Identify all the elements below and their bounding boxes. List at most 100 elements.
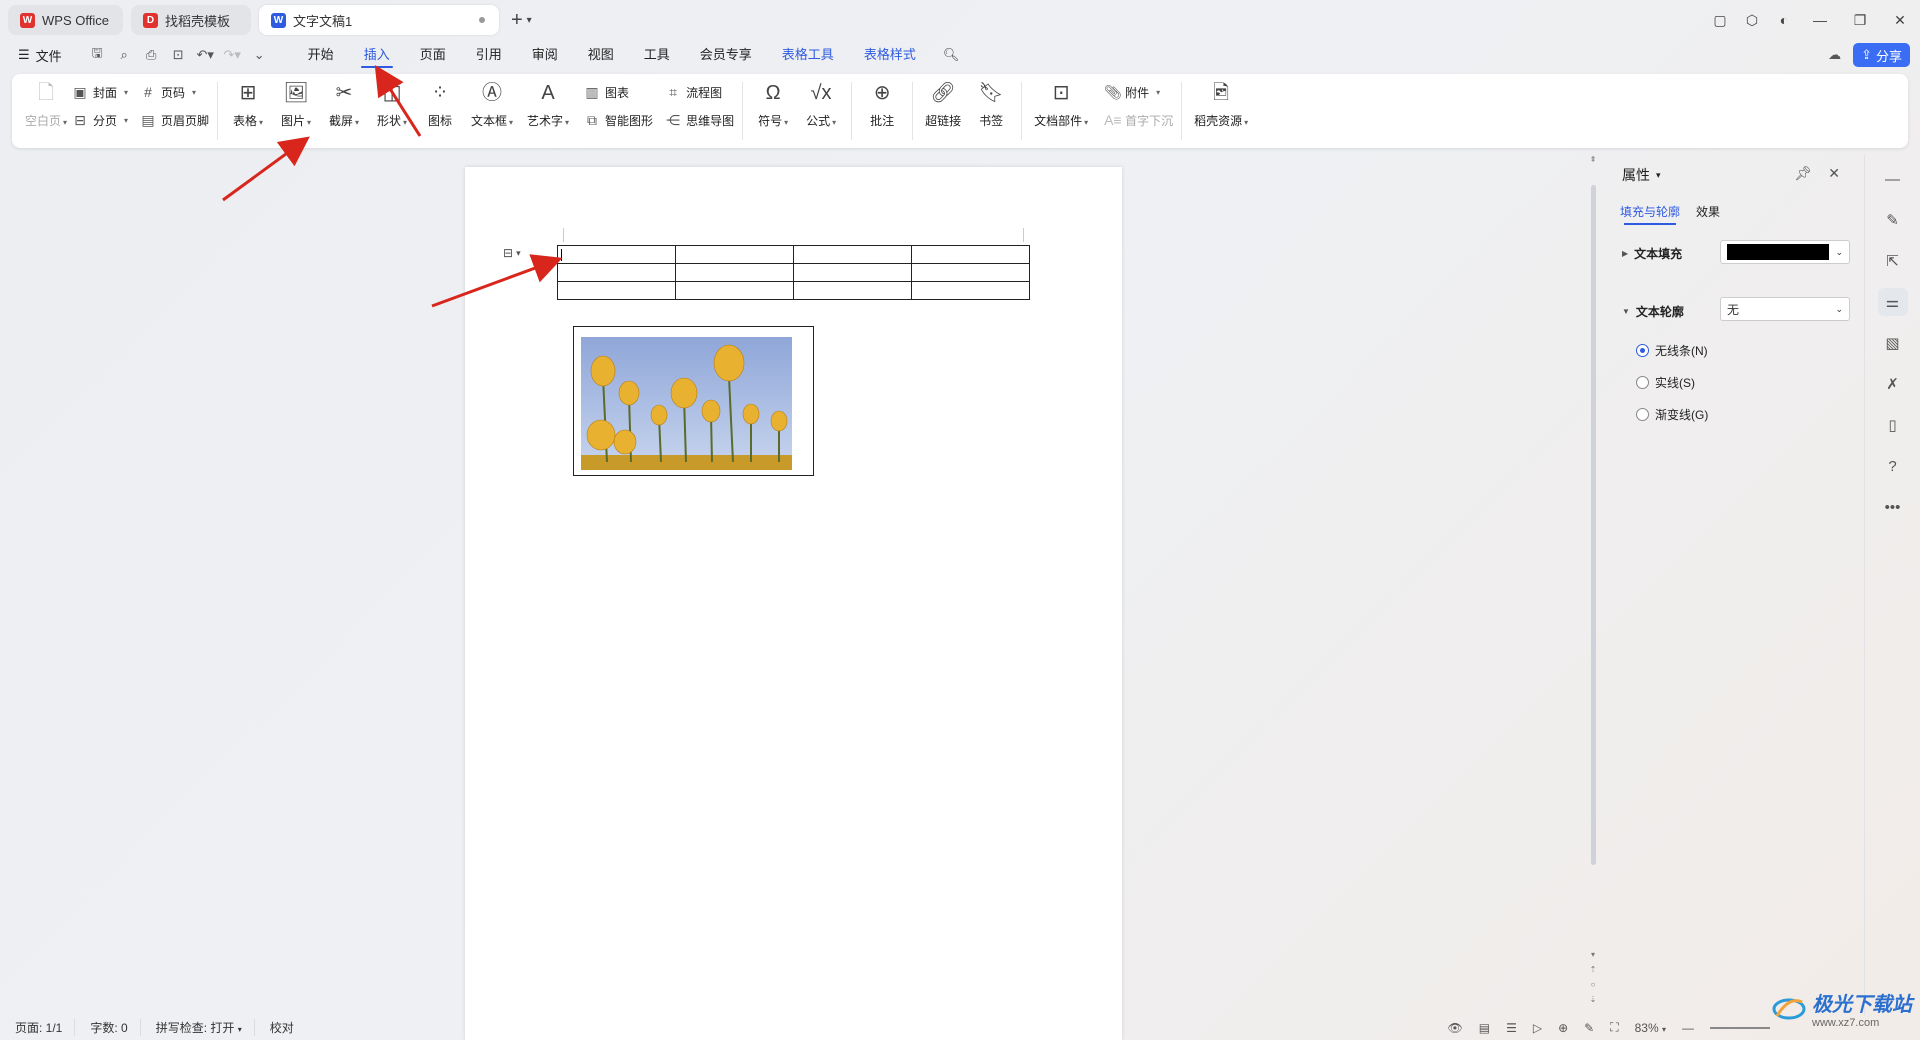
picture-button[interactable]: 🖼︎ 图片 ▾ [274,80,318,129]
docer-resources-button[interactable]: 🖻 稻壳资源 ▾ [1190,80,1252,129]
wordart-button[interactable]: A 艺术字 ▾ [522,80,574,129]
undo-icon[interactable]: ↶▾ [192,47,219,63]
pane-title[interactable]: 属性 ▾ [1622,165,1661,185]
file-menu[interactable]: ☰ 文件 [18,46,62,65]
share-button[interactable]: ⇪ 分享 [1853,43,1910,67]
vertical-scrollbar[interactable]: ⇞ ▾ ⇡ ○ ⇣ [1588,155,1598,1013]
tulip-picture-frame[interactable] [573,326,814,476]
table-cell[interactable] [675,263,794,282]
reading-book-icon[interactable]: ▯ [1878,411,1908,439]
collapse-pane-icon[interactable]: — [1878,165,1908,193]
new-tab-button[interactable]: + ▾ [511,9,532,32]
flowchart-button[interactable]: ⌗ 流程图 [665,82,734,102]
outline-view-icon[interactable]: ☰ [1506,1021,1517,1035]
table-cell[interactable] [675,245,794,264]
prev-page-icon[interactable]: ⇡ [1588,965,1598,974]
page-number-button[interactable]: # 页码 ▾ [140,82,209,102]
radio-button[interactable] [1636,376,1649,389]
text-fill-section[interactable]: ▶ 文本填充 [1622,245,1682,262]
web-view-icon[interactable]: ⊕ [1558,1021,1568,1035]
table-cell[interactable] [793,263,912,282]
spellcheck-toggle[interactable]: 拼写检查: 打开 ▾ [156,1019,255,1036]
tab-effects[interactable]: 效果 [1696,203,1720,220]
header-footer-button[interactable]: ▤ 页眉页脚 [140,110,209,130]
page-break-button[interactable]: ⊟ 分页 ▾ [72,110,128,130]
format-painter-icon[interactable]: ⌕ [111,47,138,63]
table-cell[interactable] [557,263,676,282]
menu-review[interactable]: 审阅 [517,40,573,70]
pin-icon[interactable]: 📌︎ [1794,165,1812,182]
print-icon[interactable]: ⎙ [138,47,165,63]
scroll-top-icon[interactable]: ⇞ [1588,155,1598,164]
tab-docer-templates[interactable]: D 找稻壳模板 [130,5,251,35]
radio-button[interactable] [1636,344,1649,357]
select-cursor-icon[interactable]: ⇱ [1878,247,1908,275]
page-count[interactable]: 页面: 1/1 [15,1019,76,1036]
fit-window-icon[interactable]: ⛶ [1610,1020,1618,1035]
comment-button[interactable]: ⊕ 批注 [860,80,904,129]
menu-page[interactable]: 页面 [405,40,461,70]
table-cell[interactable] [557,281,676,300]
avatar[interactable]: ◐ [1768,12,1800,28]
chevron-down-icon[interactable]: ▾ [516,248,521,259]
icons-button[interactable]: ⁘ 图标 [418,80,462,129]
symbol-button[interactable]: Ω 符号 ▾ [751,80,795,129]
next-page-icon[interactable]: ⇣ [1588,995,1598,1004]
table-cell[interactable] [557,245,676,264]
tab-wps-office[interactable]: W WPS Office [8,5,123,35]
page-view-icon[interactable]: ▤ [1479,1021,1490,1035]
table-cell[interactable] [793,245,912,264]
eye-protection-icon[interactable]: 👁︎ [1448,1021,1463,1035]
proof-button[interactable]: 校对 [270,1019,306,1036]
image-edit-icon[interactable]: ▧ [1878,329,1908,357]
print-preview-icon[interactable]: ⊡ [165,47,192,63]
hyperlink-button[interactable]: 🔗︎ 超链接 [921,80,965,129]
menu-home[interactable]: 开始 [293,40,349,70]
menu-view[interactable]: 视图 [573,40,629,70]
menu-member[interactable]: 会员专享 [685,40,767,70]
pen-mode-icon[interactable]: ✎ [1584,1021,1594,1035]
table-select-icon[interactable]: ⊟ [503,246,513,260]
text-fill-color-dropdown[interactable]: ⌄ [1720,240,1850,264]
shape-button[interactable]: ◫ 形状 ▾ [370,80,414,129]
screenshot-button[interactable]: ✂ 截屏 ▾ [322,80,366,129]
tab-document-1[interactable]: W 文字文稿1 [258,5,499,35]
formula-button[interactable]: √x 公式 ▾ [799,80,843,129]
doc-parts-button[interactable]: ⊡ 文档部件 ▾ [1030,80,1092,129]
attachment-button[interactable]: 📎︎ 附件 ▾ [1104,82,1173,102]
select-browse-icon[interactable]: ○ [1588,980,1598,989]
radio-solid-line[interactable]: 实线(S) [1636,374,1695,391]
dropcap-button[interactable]: A≡ 首字下沉 [1104,110,1173,130]
close-icon[interactable]: ✕ [1828,165,1840,182]
cover-button[interactable]: ▣ 封面 ▾ [72,82,128,102]
menu-insert[interactable]: 插入 [349,40,405,70]
zoom-level[interactable]: 83% ▾ [1635,1021,1666,1035]
scrollbar-thumb[interactable] [1591,185,1596,865]
cloud-icon[interactable]: ☁ [1828,47,1841,63]
more-chevron-icon[interactable]: ⌄ [246,47,273,63]
pen-icon[interactable]: ✎ [1878,206,1908,234]
save-icon[interactable]: 🖫 [84,44,111,66]
textbox-button[interactable]: Ⓐ 文本框 ▾ [466,80,518,129]
unsaved-dot-icon[interactable] [478,17,485,23]
zoom-out-icon[interactable]: — [1682,1021,1694,1035]
tools-icon[interactable]: ✗ [1878,370,1908,398]
tulip-photo[interactable] [581,337,792,470]
search-icon[interactable]: 🔍︎ [931,47,972,63]
table-handle[interactable]: ⊟ ▾ [503,246,521,260]
table-cell[interactable] [911,281,1030,300]
play-icon[interactable]: ▷ [1533,1021,1542,1035]
tab-fill-outline[interactable]: 填充与轮廓 [1620,203,1680,225]
scroll-down-icon[interactable]: ▾ [1588,950,1598,959]
text-outline-section[interactable]: ▼ 文本轮廓 [1622,303,1684,320]
restore-button[interactable]: ❐ [1840,12,1880,29]
text-outline-dropdown[interactable]: 无 ⌄ [1720,297,1850,321]
bookmark-button[interactable]: 🔖︎ 书签 [969,80,1013,129]
table-cell[interactable] [675,281,794,300]
table-button[interactable]: ⊞ 表格 ▾ [226,80,270,129]
redo-icon[interactable]: ↷▾ [219,47,246,63]
word-count[interactable]: 字数: 0 [90,1019,141,1036]
radio-button[interactable] [1636,408,1649,421]
more-icon[interactable]: ••• [1878,493,1908,521]
chart-button[interactable]: ▥ 图表 [584,82,653,102]
